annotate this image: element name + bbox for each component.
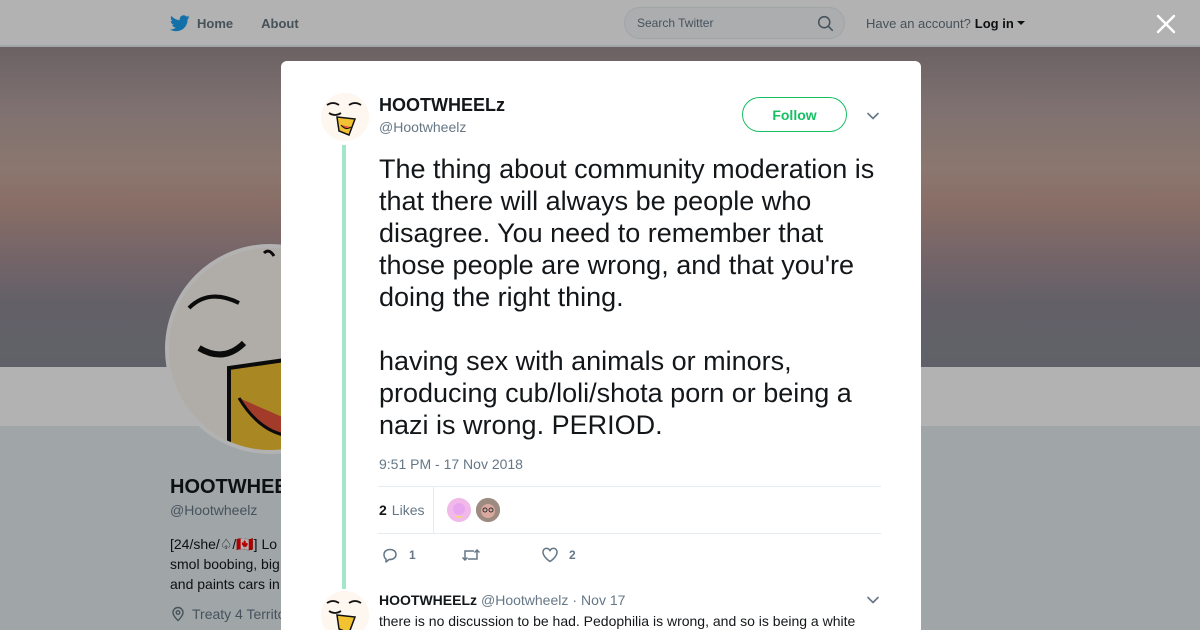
reply-text: there is no discussion to be had. Pedoph… (379, 613, 856, 629)
stats-divider (433, 487, 434, 533)
reply-count: 1 (409, 548, 416, 562)
reply-icon (383, 548, 397, 563)
tweet-author-handle[interactable]: @Hootwheelz (379, 119, 466, 135)
tweet-actions: 1 2 (381, 545, 576, 565)
like-count: 2 (569, 548, 576, 562)
liker-avatar-illustration (447, 498, 471, 522)
tweet-text: The thing about community moderation is … (379, 154, 875, 440)
reply-separator: · (572, 592, 578, 608)
tweet-permalink-modal: HOOTWHEELz @Hootwheelz Follow The thing … (281, 61, 921, 630)
likes-label: Likes (391, 502, 425, 518)
chevron-down-icon[interactable] (866, 593, 880, 607)
follow-button[interactable]: Follow (742, 97, 847, 132)
owl-avatar-illustration (321, 591, 369, 630)
thread-line (342, 145, 346, 589)
retweet-icon (461, 548, 481, 562)
chevron-down-icon[interactable] (866, 109, 880, 123)
tweet-author-avatar[interactable] (321, 93, 369, 141)
tweet-timestamp[interactable]: 9:51 PM - 17 Nov 2018 (379, 456, 523, 472)
retweet-action[interactable] (461, 546, 541, 564)
reply-author-avatar[interactable] (321, 591, 369, 630)
reply-author-name[interactable]: HOOTWHEELz (379, 592, 477, 608)
liker-avatar-illustration (476, 498, 500, 522)
reply-author-handle[interactable]: @Hootwheelz (481, 592, 568, 608)
likes-stat[interactable]: 2 Likes (379, 487, 424, 533)
reply-action[interactable]: 1 (381, 546, 461, 564)
tweet-stats: 2 Likes (378, 486, 881, 534)
reply-header: HOOTWHEELz @Hootwheelz · Nov 17 (379, 592, 625, 608)
like-action[interactable]: 2 (541, 546, 576, 564)
liker-avatar[interactable] (476, 498, 500, 522)
likes-count: 2 (379, 502, 387, 518)
liker-avatar[interactable] (447, 498, 471, 522)
owl-avatar-illustration (321, 93, 369, 141)
tweet-author-name[interactable]: HOOTWHEELz (379, 95, 505, 116)
heart-icon (542, 547, 558, 563)
reply-date[interactable]: Nov 17 (581, 592, 625, 608)
close-icon[interactable] (1154, 12, 1178, 36)
